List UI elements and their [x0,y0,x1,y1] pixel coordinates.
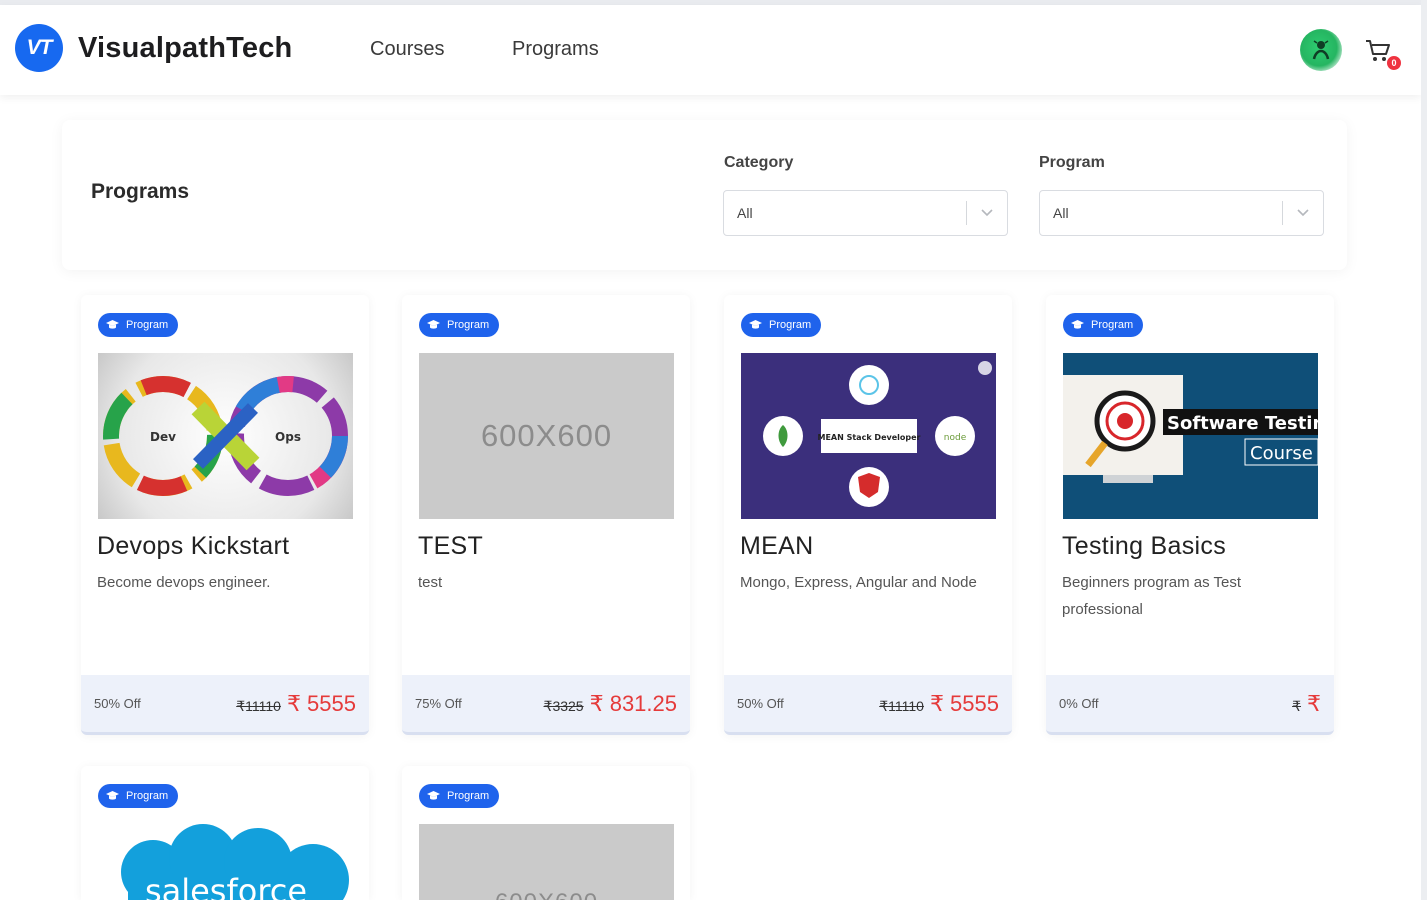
testing-thumb-line2: Course [1250,443,1313,464]
salesforce-logo-text: salesforce [145,872,307,900]
program-card[interactable]: Program 600X600 TEST test 75% Off ₹3325 … [402,295,690,735]
program-badge: Program [741,313,822,337]
filter-panel: Programs Category All Program All [62,120,1347,270]
program-badge-label: Program [447,319,490,331]
program-badge-label: Program [769,319,812,331]
svg-text:Dev: Dev [150,430,176,444]
salesforce-thumbnail: salesforce [98,824,353,900]
card-description: test [418,574,443,591]
program-badge-label: Program [447,790,490,802]
program-badge: Program [98,313,179,337]
program-select-value: All [1053,205,1069,221]
brand-logo[interactable]: VT VisualpathTech [15,24,292,72]
discount-label: 0% Off [1059,696,1099,711]
devops-thumbnail: Dev Ops [98,353,353,519]
placeholder-text: 600X600 [495,889,598,900]
graduation-cap-icon [106,320,119,330]
category-select-value: All [737,205,753,221]
original-price: ₹ [1292,697,1301,714]
discounted-price: ₹ 831.25 [589,690,677,716]
testing-thumb-line1: Software Testing [1167,413,1318,434]
testing-thumbnail: Software Testing Course [1063,353,1318,519]
card-title: Testing Basics [1062,532,1226,560]
discounted-price: ₹ 5555 [929,690,999,716]
price-bar: 50% Off ₹11110 ₹ 5555 [81,675,369,735]
program-select[interactable]: All [1039,190,1324,236]
chevron-down-icon [967,209,1007,217]
avatar-figure-icon [1312,40,1330,60]
mean-thumb-text: MEAN Stack Developer [818,433,921,442]
graduation-cap-icon [427,791,440,801]
nav-courses-link[interactable]: Courses [370,38,444,61]
graduation-cap-icon [749,320,762,330]
program-label: Program [1039,154,1105,171]
svg-text:Ops: Ops [275,430,301,444]
placeholder-thumbnail: 600X600 [419,353,674,519]
top-navbar: VT VisualpathTech Courses Programs [0,5,1421,95]
chevron-down-icon [1283,209,1323,217]
graduation-cap-icon [1071,320,1084,330]
graduation-cap-icon [427,320,440,330]
program-card[interactable]: Program salesforce [81,766,369,900]
window-right-edge [1421,0,1427,900]
card-title: Devops Kickstart [97,532,290,560]
discount-label: 50% Off [94,696,141,711]
discounted-price: ₹ [1307,690,1321,716]
original-price: ₹11110 [879,697,924,714]
page-title: Programs [91,180,190,203]
program-badge: Program [419,313,500,337]
discount-label: 50% Off [737,696,784,711]
brand-name: VisualpathTech [78,31,293,64]
program-badge: Program [98,784,179,808]
program-card[interactable]: Program 600X600 [402,766,690,900]
category-select[interactable]: All [723,190,1008,236]
category-label: Category [724,154,794,171]
discounted-price: ₹ 5555 [286,690,356,716]
price-bar: 75% Off ₹3325 ₹ 831.25 [402,675,690,735]
price-bar: 0% Off ₹ ₹ [1046,675,1334,735]
price-bar: 50% Off ₹11110 ₹ 5555 [724,675,1012,735]
card-description: Beginners program as Test professional [1062,574,1241,618]
program-card[interactable]: Program Dev Ops Devops Kickstart Become … [81,295,369,735]
placeholder-thumbnail: 600X600 [419,824,674,900]
cart-count-badge: 0 [1387,56,1401,70]
card-description: Become devops engineer. [97,574,271,591]
program-badge-label: Program [126,790,169,802]
program-badge-label: Program [1091,319,1134,331]
graduation-cap-icon [106,791,119,801]
user-avatar[interactable] [1300,29,1342,71]
card-title: TEST [418,532,484,560]
original-price: ₹11110 [236,697,281,714]
nav-programs-link[interactable]: Programs [512,38,599,61]
program-card[interactable]: Program Software Testing Course Testing … [1046,295,1334,735]
original-price: ₹3325 [543,697,584,714]
program-card[interactable]: Program node MEAN Stack Developer MEAN M… [724,295,1012,735]
placeholder-text: 600X600 [480,418,613,453]
discount-label: 75% Off [415,696,462,711]
program-badge-label: Program [126,319,169,331]
program-badge: Program [1063,313,1144,337]
svg-text:node: node [944,433,967,443]
program-badge: Program [419,784,500,808]
card-description: Mongo, Express, Angular and Node [740,574,977,591]
logo-badge-icon: VT [15,24,63,72]
card-title: MEAN [740,532,814,560]
mean-thumbnail: node MEAN Stack Developer [741,353,996,519]
